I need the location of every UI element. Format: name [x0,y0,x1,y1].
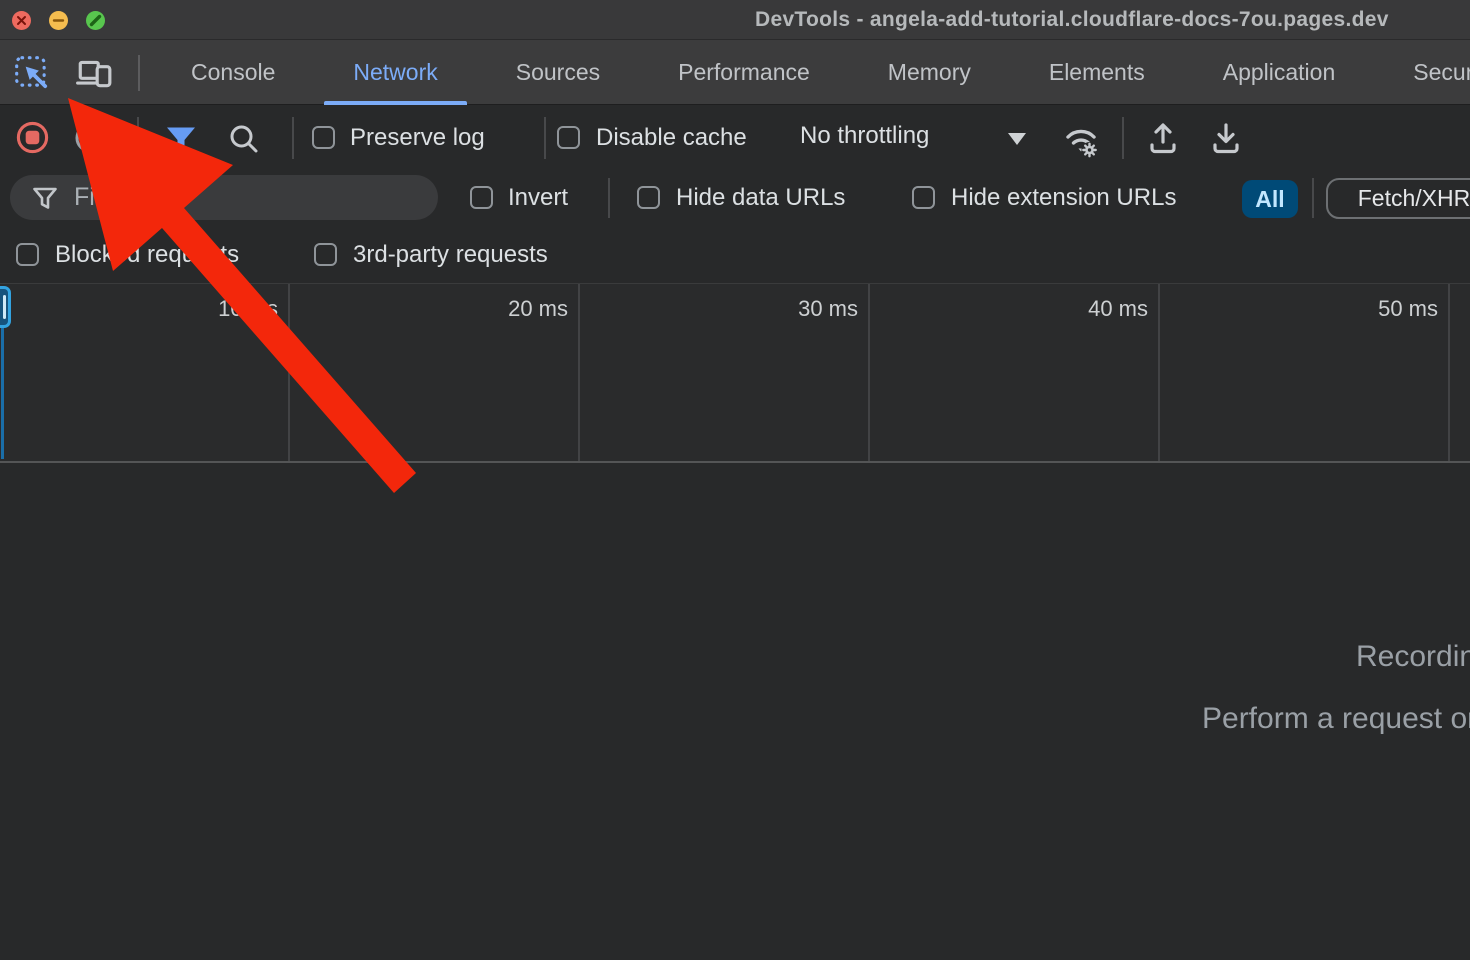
tab-network[interactable]: Network [314,40,476,105]
timeline-filler [1450,284,1470,461]
filter-input-container[interactable] [10,175,438,220]
throttling-select[interactable]: No throttling [790,115,1040,159]
panel-tabs: Console Network Sources Performance Memo… [152,40,1470,105]
overview-handle-guideline [1,328,4,459]
filter-toggle-button[interactable] [163,121,199,157]
import-har-button[interactable] [1145,120,1181,156]
filter-divider [608,178,610,218]
filter-divider [1312,178,1314,218]
timeline-tick: 20 ms [290,284,580,461]
close-icon [12,11,31,30]
filter-chip-all[interactable]: All [1242,180,1298,218]
timeline-tick: 10 ms [0,284,290,461]
clear-icon [73,121,107,155]
tab-elements[interactable]: Elements [1010,40,1184,105]
devtools-window: DevTools - angela-add-tutorial.cloudflar… [0,0,1470,960]
invert-label: Invert [508,184,568,212]
preserve-log-label: Preserve log [350,124,485,152]
disable-cache-label: Disable cache [596,124,747,152]
minimize-window-button[interactable] [49,11,68,30]
device-toolbar-icon [75,54,113,92]
network-conditions-button[interactable] [1060,119,1102,161]
filter-chip-fetch-xhr[interactable]: Fetch/XHR [1326,178,1470,219]
fullscreen-icon [86,11,105,30]
wifi-gear-icon [1060,119,1102,161]
inspect-cursor-icon [13,54,51,92]
titlebar: DevTools - angela-add-tutorial.cloudflar… [0,0,1470,40]
window-title: DevTools - angela-add-tutorial.cloudflar… [755,8,1389,32]
overview-drag-handle[interactable] [0,286,11,328]
empty-state-hint-text: Perform a request or hit ⌘ R to record t… [1202,701,1470,736]
timeline-tick: 30 ms [580,284,870,461]
inspect-element-button[interactable] [12,53,52,93]
empty-state-recording-text: Recording network activity… [1356,640,1470,674]
third-party-requests-checkbox[interactable] [314,243,337,266]
toolbar-divider [1122,117,1124,159]
tab-sources[interactable]: Sources [477,40,639,105]
toolbar-divider [544,117,546,159]
blocked-requests-checkbox[interactable] [16,243,39,266]
network-overview-timeline: 10 ms 20 ms 30 ms 40 ms 50 ms [0,283,1470,463]
hide-data-urls-checkbox[interactable] [637,186,660,209]
clear-network-log-button[interactable] [73,121,107,155]
zoom-window-button[interactable] [86,11,105,30]
hide-extension-urls-label: Hide extension URLs [951,184,1176,212]
hide-data-urls-label: Hide data URLs [676,184,845,212]
timeline-tick: 50 ms [1160,284,1450,461]
record-network-log-button[interactable] [15,120,50,155]
search-icon [226,121,262,157]
devtools-tabbar: Console Network Sources Performance Memo… [0,40,1470,105]
export-har-button[interactable] [1208,120,1244,156]
tabbar-divider [138,55,140,91]
filter-input[interactable] [72,182,420,213]
filter-bar: Invert Hide data URLs Hide extension URL… [0,169,1470,227]
toggle-device-toolbar-button[interactable] [74,53,114,93]
blocked-requests-label: Blocked requests [55,241,239,269]
toolbar-divider [137,117,139,159]
third-party-requests-label: 3rd-party requests [353,241,548,269]
preserve-log-checkbox[interactable] [312,126,335,149]
search-button[interactable] [226,121,262,157]
tab-performance[interactable]: Performance [639,40,849,105]
chevron-down-icon [1008,133,1026,145]
funnel-icon [163,121,199,157]
upload-icon [1145,120,1181,156]
invert-checkbox[interactable] [470,186,493,209]
close-window-button[interactable] [12,11,31,30]
tab-application[interactable]: Application [1184,40,1375,105]
request-filters-bar: Blocked requests 3rd-party requests [0,227,1470,283]
minimize-icon [49,11,68,30]
disable-cache-checkbox[interactable] [557,126,580,149]
download-icon [1208,120,1244,156]
hide-extension-urls-checkbox[interactable] [912,186,935,209]
record-stop-icon [15,120,50,155]
throttling-value: No throttling [800,122,929,150]
network-toolbar: Preserve log Disable cache No throttling [0,105,1470,169]
funnel-outline-icon [30,183,60,213]
tab-memory[interactable]: Memory [849,40,1010,105]
tab-security[interactable]: Security [1374,40,1470,105]
tab-console[interactable]: Console [152,40,314,105]
toolbar-divider [292,117,294,159]
timeline-tick: 40 ms [870,284,1160,461]
